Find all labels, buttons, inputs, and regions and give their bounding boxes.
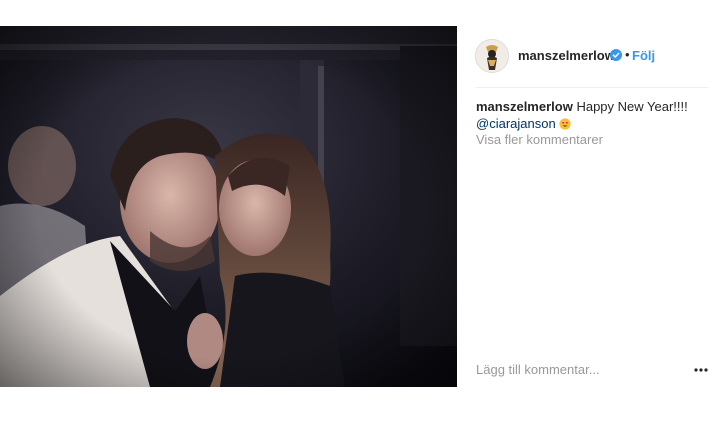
more-options-icon[interactable]	[694, 368, 708, 372]
caption-username[interactable]: manszelmerlow	[476, 99, 573, 114]
photo-image	[0, 26, 457, 387]
post-caption: manszelmerlow Happy New Year!!!! @ciaraj…	[476, 98, 711, 132]
instagram-post: manszelmerlow • Följ manszelmerlow Happy…	[0, 26, 716, 387]
post-header: manszelmerlow • Följ	[457, 26, 716, 88]
post-photo[interactable]	[0, 26, 457, 387]
heart-eyes-emoji-icon	[559, 118, 571, 130]
caption-mention[interactable]: @ciarajanson	[476, 116, 556, 131]
caption-text: Happy New Year!!!!	[576, 99, 688, 114]
separator-dot: •	[625, 47, 630, 62]
username-link[interactable]: manszelmerlow	[518, 48, 615, 63]
divider	[476, 87, 708, 88]
add-comment-input[interactable]: Lägg till kommentar...	[476, 362, 600, 377]
follow-button[interactable]: Följ	[632, 48, 655, 63]
avatar[interactable]	[475, 39, 509, 73]
avatar-image	[476, 40, 508, 72]
verified-badge-icon	[610, 49, 622, 61]
view-more-comments-link[interactable]: Visa fler kommentarer	[476, 132, 603, 147]
post-sidebar: manszelmerlow • Följ manszelmerlow Happy…	[457, 26, 716, 387]
